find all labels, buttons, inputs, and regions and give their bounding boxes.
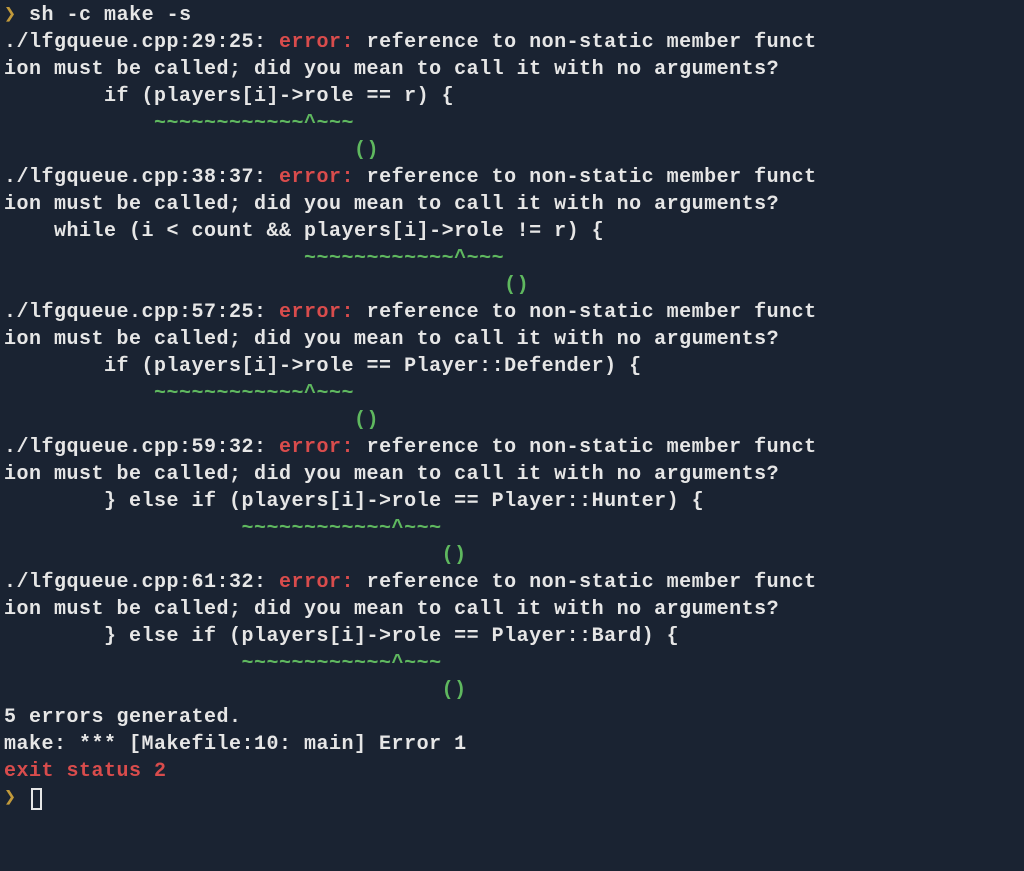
error-location: ./lfgqueue.cpp:59:32: error: reference t… — [4, 434, 1020, 461]
error-code-line: } else if (players[i]->role == Player::B… — [4, 623, 1020, 650]
error-fixit: () — [4, 137, 1020, 164]
error-underline: ~~~~~~~~~~~~^~~~ — [4, 515, 1020, 542]
command-text: sh -c make -s — [17, 4, 192, 27]
error-fixit: () — [4, 407, 1020, 434]
error-label: error: — [279, 436, 354, 459]
error-summary: 5 errors generated. — [4, 704, 1020, 731]
cursor-icon — [31, 788, 42, 810]
exit-status: exit status 2 — [4, 758, 1020, 785]
prompt-icon: ❯ — [4, 787, 17, 810]
error-location: ./lfgqueue.cpp:61:32: error: reference t… — [4, 569, 1020, 596]
error-location: ./lfgqueue.cpp:29:25: error: reference t… — [4, 29, 1020, 56]
make-error: make: *** [Makefile:10: main] Error 1 — [4, 731, 1020, 758]
prompt-line[interactable]: ❯ sh -c make -s — [4, 2, 1020, 29]
error-label: error: — [279, 571, 354, 594]
error-code-line: if (players[i]->role == r) { — [4, 83, 1020, 110]
error-underline: ~~~~~~~~~~~~^~~~ — [4, 380, 1020, 407]
error-message-cont: ion must be called; did you mean to call… — [4, 56, 1020, 83]
error-label: error: — [279, 301, 354, 324]
error-message-cont: ion must be called; did you mean to call… — [4, 596, 1020, 623]
prompt-line[interactable]: ❯ — [4, 785, 1020, 812]
error-location: ./lfgqueue.cpp:57:25: error: reference t… — [4, 299, 1020, 326]
terminal-output: ❯ sh -c make -s ./lfgqueue.cpp:29:25: er… — [4, 2, 1020, 812]
error-code-line: while (i < count && players[i]->role != … — [4, 218, 1020, 245]
error-code-line: if (players[i]->role == Player::Defender… — [4, 353, 1020, 380]
error-underline: ~~~~~~~~~~~~^~~~ — [4, 650, 1020, 677]
error-message-cont: ion must be called; did you mean to call… — [4, 461, 1020, 488]
prompt-icon: ❯ — [4, 4, 17, 27]
error-message-cont: ion must be called; did you mean to call… — [4, 191, 1020, 218]
error-fixit: () — [4, 272, 1020, 299]
error-location: ./lfgqueue.cpp:38:37: error: reference t… — [4, 164, 1020, 191]
error-label: error: — [279, 31, 354, 54]
error-underline: ~~~~~~~~~~~~^~~~ — [4, 110, 1020, 137]
error-fixit: () — [4, 542, 1020, 569]
error-code-line: } else if (players[i]->role == Player::H… — [4, 488, 1020, 515]
error-fixit: () — [4, 677, 1020, 704]
error-underline: ~~~~~~~~~~~~^~~~ — [4, 245, 1020, 272]
error-label: error: — [279, 166, 354, 189]
error-message-cont: ion must be called; did you mean to call… — [4, 326, 1020, 353]
